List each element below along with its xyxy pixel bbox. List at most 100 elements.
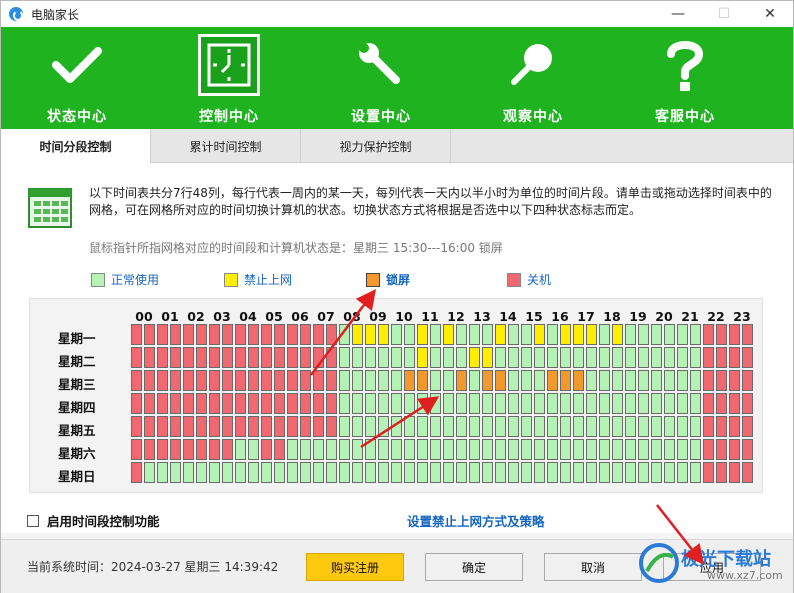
schedule-cell[interactable] [482,347,493,368]
schedule-cell[interactable] [586,439,597,460]
schedule-cell[interactable] [586,370,597,391]
legend-normal[interactable]: 正常使用 [91,271,159,288]
schedule-cell[interactable] [443,416,454,437]
schedule-cell[interactable] [209,324,220,345]
schedule-cell[interactable] [196,370,207,391]
schedule-cell[interactable] [508,370,519,391]
schedule-cell[interactable] [430,347,441,368]
schedule-cell[interactable] [404,370,415,391]
schedule-cell[interactable] [235,439,246,460]
legend-no-internet[interactable]: 禁止上网 [224,271,292,288]
schedule-cell[interactable] [339,370,350,391]
schedule-cell[interactable] [638,439,649,460]
schedule-cell[interactable] [443,393,454,414]
legend-shutdown[interactable]: 关机 [507,271,551,288]
schedule-cell[interactable] [365,462,376,483]
schedule-cell[interactable] [248,347,259,368]
schedule-cell[interactable] [339,324,350,345]
schedule-cell[interactable] [443,439,454,460]
schedule-cell[interactable] [573,393,584,414]
schedule-cell[interactable] [417,462,428,483]
schedule-cell[interactable] [183,370,194,391]
schedule-cell[interactable] [469,462,480,483]
schedule-cell[interactable] [599,347,610,368]
schedule-cell[interactable] [638,462,649,483]
schedule-cell[interactable] [326,324,337,345]
schedule-cell[interactable] [248,324,259,345]
tab-eye-protection[interactable]: 视力保护控制 [301,129,451,163]
schedule-cell[interactable] [274,416,285,437]
schedule-cell[interactable] [144,370,155,391]
schedule-cell[interactable] [638,416,649,437]
schedule-cell[interactable] [365,324,376,345]
schedule-cell[interactable] [352,324,363,345]
schedule-cell[interactable] [430,370,441,391]
schedule-cell[interactable] [443,347,454,368]
schedule-cell[interactable] [274,462,285,483]
schedule-cell[interactable] [560,393,571,414]
schedule-cell[interactable] [326,462,337,483]
schedule-cell[interactable] [144,324,155,345]
schedule-cell[interactable] [170,324,181,345]
schedule-cell[interactable] [651,370,662,391]
schedule-cell[interactable] [742,393,753,414]
schedule-grid[interactable]: 00 01 02 03 04 05 06 07 08 09 10 11 12 13 14 15 16 17 18 19… [29,298,763,493]
schedule-cell[interactable] [482,462,493,483]
maximize-button[interactable]: ☐ [701,1,747,27]
schedule-cell[interactable] [430,416,441,437]
schedule-cell[interactable] [612,324,623,345]
schedule-cell[interactable] [534,324,545,345]
schedule-cell[interactable] [300,393,311,414]
schedule-cell[interactable] [586,416,597,437]
schedule-cell[interactable] [638,324,649,345]
schedule-cell[interactable] [287,439,298,460]
schedule-cell[interactable] [378,416,389,437]
schedule-cell[interactable] [313,439,324,460]
schedule-cell[interactable] [235,416,246,437]
schedule-cell[interactable] [287,393,298,414]
schedule-cell[interactable] [261,416,272,437]
schedule-cell[interactable] [287,324,298,345]
schedule-cell[interactable] [482,393,493,414]
legend-lock-screen[interactable]: 锁屏 [366,271,410,288]
schedule-cell[interactable] [534,416,545,437]
schedule-cell[interactable] [274,393,285,414]
schedule-cell[interactable] [196,416,207,437]
schedule-cell[interactable] [677,324,688,345]
schedule-cell[interactable] [248,462,259,483]
schedule-cell[interactable] [742,370,753,391]
schedule-cell[interactable] [573,439,584,460]
schedule-cell[interactable] [560,439,571,460]
schedule-cell[interactable] [326,416,337,437]
schedule-cell[interactable] [495,347,506,368]
schedule-cell[interactable] [534,370,545,391]
schedule-cell[interactable] [404,416,415,437]
schedule-cell[interactable] [456,393,467,414]
schedule-cell[interactable] [417,370,428,391]
schedule-cell[interactable] [703,347,714,368]
schedule-cell[interactable] [703,393,714,414]
schedule-cell[interactable] [690,347,701,368]
schedule-cell[interactable] [170,347,181,368]
schedule-cell[interactable] [456,324,467,345]
schedule-cell[interactable] [664,324,675,345]
schedule-cell[interactable] [508,416,519,437]
schedule-cell[interactable] [131,324,142,345]
schedule-cell[interactable] [651,393,662,414]
schedule-cell[interactable] [235,462,246,483]
schedule-cell[interactable] [677,347,688,368]
schedule-cell[interactable] [482,370,493,391]
schedule-cell[interactable] [521,370,532,391]
schedule-cell[interactable] [443,462,454,483]
schedule-cell[interactable] [417,393,428,414]
schedule-cell[interactable] [638,347,649,368]
schedule-cell[interactable] [391,347,402,368]
schedule-cell[interactable] [547,393,558,414]
schedule-cell[interactable] [599,439,610,460]
schedule-cell[interactable] [716,324,727,345]
schedule-cell[interactable] [521,439,532,460]
schedule-cell[interactable] [209,462,220,483]
schedule-cell[interactable] [469,439,480,460]
schedule-cell[interactable] [261,462,272,483]
schedule-cell[interactable] [300,324,311,345]
